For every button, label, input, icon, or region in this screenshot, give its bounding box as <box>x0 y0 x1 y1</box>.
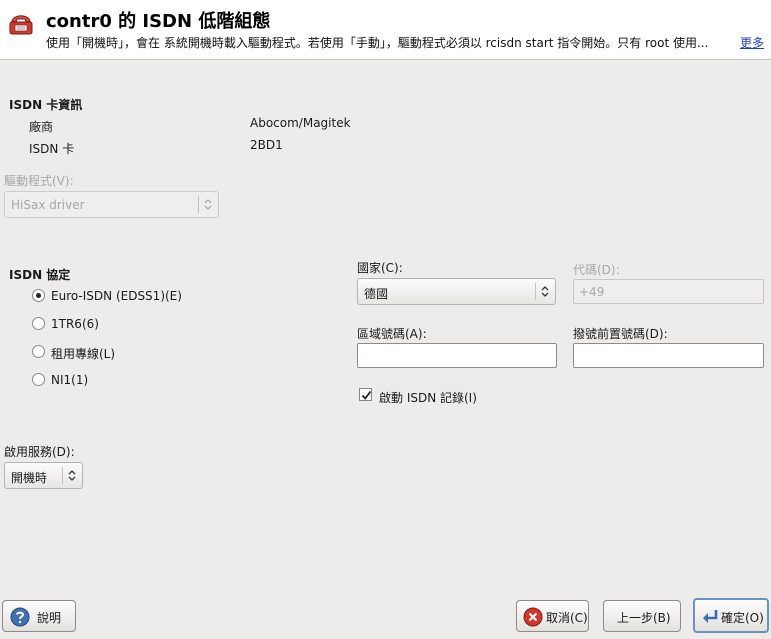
ok-button-label: 確定(O) <box>721 611 764 625</box>
vendor-label: 廠商 <box>29 120 54 134</box>
radio-leased-line-label[interactable]: 租用專線(L) <box>51 345 115 362</box>
start-service-combobox-value: 開機時 <box>11 471 48 485</box>
back-button-label: 上一步(B) <box>617 611 671 625</box>
card-label: ISDN 卡 <box>29 142 75 156</box>
code-field[interactable] <box>573 279 764 304</box>
dial-prefix-field[interactable] <box>573 343 764 368</box>
driver-combobox-value: HiSax driver <box>11 198 85 212</box>
dial-prefix-label: 撥號前置號碼(D): <box>573 327 668 341</box>
radio-leased-line[interactable] <box>32 345 45 358</box>
more-link[interactable]: 更多 <box>740 34 764 51</box>
start-service-label: 啟用服務(D): <box>4 445 75 459</box>
combo-separator <box>198 196 199 213</box>
checkmark-icon <box>361 390 372 400</box>
header-banner: contr0 的 ISDN 低階組態 使用「開機時」，會在 系統開機時載入驅動程… <box>0 0 771 60</box>
isdn-card-info-title: ISDN 卡資訊 <box>9 98 83 112</box>
radio-1tr6-label[interactable]: 1TR6(6) <box>51 317 99 331</box>
driver-combobox[interactable]: HiSax driver <box>4 191 219 218</box>
start-service-combobox[interactable]: 開機時 <box>4 462 83 489</box>
page-title: contr0 的 ISDN 低階組態 <box>46 11 271 32</box>
abort-button-label: 取消(C) <box>546 611 588 625</box>
radio-euro-isdn-label[interactable]: Euro-ISDN (EDSS1)(E) <box>51 289 182 303</box>
isdn-phone-icon <box>9 15 33 35</box>
combo-separator <box>535 283 536 300</box>
abort-button[interactable]: 取消(C) <box>516 600 589 632</box>
page-description: 使用「開機時」，會在 系統開機時載入驅動程式。若使用「手動」，驅動程式必須以 r… <box>46 36 709 50</box>
updown-arrows-icon <box>204 199 212 210</box>
country-combobox-value: 德國 <box>364 287 389 301</box>
updown-arrows-icon <box>541 286 549 297</box>
logging-checkbox[interactable] <box>359 388 372 401</box>
vendor-value: Abocom/Magitek <box>250 116 351 130</box>
country-label: 國家(C): <box>357 261 403 275</box>
combo-separator <box>62 467 63 484</box>
country-combobox[interactable]: 德國 <box>357 278 556 305</box>
ok-button[interactable]: 確定(O) <box>693 598 769 633</box>
driver-label: 驅動程式(V): <box>4 174 74 188</box>
radio-euro-isdn[interactable] <box>32 289 45 302</box>
code-label: 代碼(D): <box>573 263 620 277</box>
help-button-label: 說明 <box>37 611 62 625</box>
cancel-icon <box>523 607 543 627</box>
enter-arrow-icon <box>703 610 718 623</box>
radio-1tr6[interactable] <box>32 317 45 330</box>
back-button[interactable]: 上一步(B) <box>603 600 681 632</box>
area-code-field[interactable] <box>357 343 557 368</box>
isdn-protocol-title: ISDN 協定 <box>9 268 71 282</box>
area-code-label: 區域號碼(A): <box>357 327 427 341</box>
logging-checkbox-label[interactable]: 啟動 ISDN 記錄(I) <box>379 389 477 406</box>
radio-ni1-label[interactable]: NI1(1) <box>51 373 88 387</box>
help-icon <box>10 607 30 627</box>
radio-ni1[interactable] <box>32 373 45 386</box>
help-button[interactable]: 說明 <box>2 600 76 632</box>
updown-arrows-icon <box>68 470 76 481</box>
card-value: 2BD1 <box>250 138 283 152</box>
